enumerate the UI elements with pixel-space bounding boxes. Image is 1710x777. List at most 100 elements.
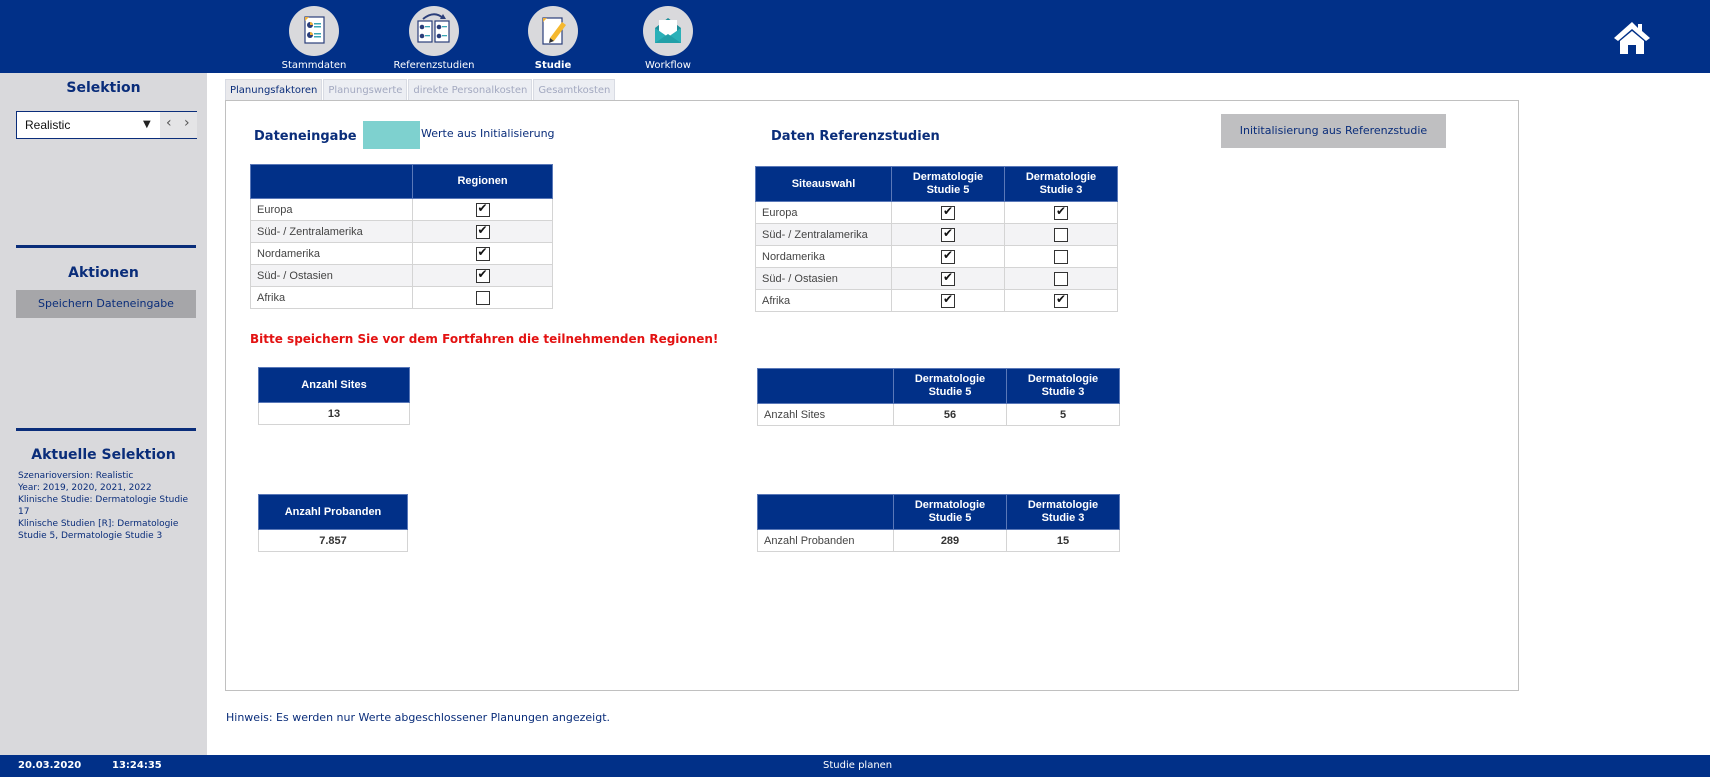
checkbox-cell [412, 264, 553, 287]
checkbox-unchecked[interactable] [1054, 249, 1068, 264]
save-data-button[interactable]: Speichern Dateneingabe [16, 290, 196, 318]
checkbox-cell [891, 223, 1005, 246]
column-header: Dermatologie Studie 3 [1006, 494, 1120, 530]
checkbox-unchecked[interactable] [1054, 227, 1068, 242]
region-label: Afrika [250, 286, 413, 309]
checkbox-cell [891, 201, 1005, 224]
column-header: Anzahl Sites [258, 367, 410, 403]
sidebar: Selektion Realistic ▼ ‹ › Aktionen Speic… [0, 73, 207, 755]
legend-label: Werte aus Initialisierung [421, 127, 555, 140]
checkbox-cell [1004, 267, 1118, 290]
checkbox-unchecked[interactable] [475, 290, 490, 305]
chevron-right-icon[interactable]: › [184, 115, 190, 131]
checkbox-cell [891, 289, 1005, 312]
checkbox-unchecked[interactable] [1054, 271, 1068, 286]
nav-workflow[interactable]: Workflow [613, 6, 723, 71]
nav-label: Stammdaten [281, 60, 347, 71]
checkbox-cell [412, 286, 553, 309]
anzahl-probanden-table: Anzahl Probanden 7.857 [258, 494, 408, 552]
checkbox-checked[interactable] [941, 204, 955, 220]
hint-text: Hinweis: Es werden nur Werte abgeschloss… [226, 711, 611, 724]
column-header: Dermatologie Studie 5 [893, 368, 1007, 404]
tab-direkte-personalkosten[interactable]: direkte Personalkosten [408, 79, 533, 100]
status-bar: 20.03.2020 13:24:35 Studie planen [0, 755, 1710, 777]
checkbox-checked[interactable] [941, 248, 955, 264]
checkbox-checked[interactable] [941, 226, 955, 242]
tab-bar: Planungsfaktoren Planungswerte direkte P… [225, 79, 616, 100]
tab-planungswerte[interactable]: Planungswerte [323, 79, 408, 100]
nav-referenzstudien[interactable]: Referenzstudien [379, 6, 489, 71]
document-chart-icon [289, 6, 339, 56]
divider [16, 245, 196, 248]
warning-message: Bitte speichern Sie vor dem Fortfahren d… [250, 332, 719, 346]
table-row: Europa [250, 198, 553, 221]
document-pen-icon [528, 6, 578, 56]
region-label: Süd- / Zentralamerika [755, 223, 892, 246]
value-cell: 15 [1006, 529, 1120, 552]
selektion-title: Selektion [66, 80, 141, 96]
checkbox-checked[interactable] [941, 270, 955, 286]
anzahl-sites-table: Anzahl Sites 13 [258, 367, 410, 425]
value-cell: 56 [893, 403, 1007, 426]
checkbox-checked[interactable] [475, 223, 490, 239]
select-nav: ‹ › [160, 112, 197, 138]
checkbox-cell [891, 267, 1005, 290]
anzahl-sites-value: 13 [258, 402, 410, 425]
column-header [757, 368, 894, 404]
table-row: Europa [755, 201, 1118, 224]
table-row: Nordamerika [250, 242, 553, 265]
info-line: Szenarioversion: Realistic [18, 471, 134, 481]
table-row: Süd- / Ostasien [250, 264, 553, 287]
region-label: Europa [755, 201, 892, 224]
info-line: Klinische Studie: Dermatologie Studie 17 [18, 495, 189, 517]
regions-table: Regionen EuropaSüd- / ZentralamerikaNord… [250, 164, 553, 309]
table-row: Afrika [755, 289, 1118, 312]
checkbox-cell [1004, 223, 1118, 246]
column-header: Anzahl Probanden [258, 494, 408, 530]
table-row: Süd- / Zentralamerika [250, 220, 553, 243]
checkbox-cell [1004, 201, 1118, 224]
region-label: Süd- / Ostasien [755, 267, 892, 290]
top-navigation-bar: Stammdaten Referenzstudien Studie Workfl… [0, 0, 1710, 73]
tab-gesamtkosten[interactable]: Gesamtkosten [533, 79, 616, 100]
column-header [757, 494, 894, 530]
scenario-select[interactable]: Realistic ▼ ‹ › [16, 111, 197, 139]
aktuelle-selektion-title: Aktuelle Selektion [31, 447, 176, 463]
main-panel: Dateneingabe Werte aus Initialisierung D… [225, 100, 1519, 691]
anzahl-probanden-value: 7.857 [258, 529, 408, 552]
checkbox-checked[interactable] [1054, 204, 1068, 220]
dropdown-arrow-icon[interactable]: ▼ [143, 119, 151, 130]
column-header: Dermatologie Studie 3 [1006, 368, 1120, 404]
legend-swatch [363, 121, 420, 149]
checkbox-cell [1004, 289, 1118, 312]
home-icon[interactable] [1612, 20, 1652, 56]
status-date: 20.03.2020 [18, 760, 82, 771]
nav-studie[interactable]: Studie [498, 6, 608, 71]
column-header: Dermatologie Studie 5 [891, 166, 1005, 202]
referenz-title: Daten Referenzstudien [771, 129, 940, 144]
checkbox-checked[interactable] [475, 267, 490, 283]
checkbox-checked[interactable] [475, 245, 490, 261]
checkbox-checked[interactable] [1054, 292, 1068, 308]
table-row: Afrika [250, 286, 553, 309]
column-header: Dermatologie Studie 3 [1004, 166, 1118, 202]
checkbox-checked[interactable] [475, 201, 490, 217]
nav-label: Workflow [645, 60, 691, 71]
info-line: Klinische Studien [R]: Dermatologie Stud… [18, 519, 179, 541]
row-label: Anzahl Probanden [757, 529, 894, 552]
value-cell: 289 [893, 529, 1007, 552]
tab-planungsfaktoren[interactable]: Planungsfaktoren [225, 79, 323, 100]
chevron-left-icon[interactable]: ‹ [166, 115, 172, 131]
init-from-reference-button[interactable]: Inititalisierung aus Referenzstudie [1221, 114, 1446, 148]
documents-transfer-icon [409, 6, 459, 56]
checkbox-cell [412, 242, 553, 265]
checkbox-checked[interactable] [941, 292, 955, 308]
aktionen-title: Aktionen [68, 265, 139, 281]
checkbox-cell [1004, 245, 1118, 268]
region-label: Süd- / Zentralamerika [250, 220, 413, 243]
nav-stammdaten[interactable]: Stammdaten [259, 6, 369, 71]
column-header: Regionen [412, 164, 553, 199]
table-row: Süd- / Zentralamerika [755, 223, 1118, 246]
scenario-select-value: Realistic [25, 118, 71, 132]
region-label: Süd- / Ostasien [250, 264, 413, 287]
